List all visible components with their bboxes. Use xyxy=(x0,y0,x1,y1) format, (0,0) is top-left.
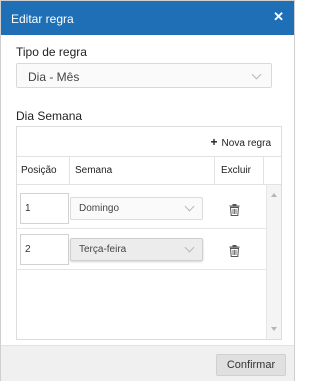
table-row: 1 Domingo xyxy=(17,189,266,229)
column-divider xyxy=(69,157,70,184)
dialog-header: Editar regra ✕ xyxy=(1,1,294,35)
add-rule-button[interactable]: + Nova regra xyxy=(211,135,271,149)
confirm-button[interactable]: Confirmar xyxy=(216,354,286,376)
table-header: Posição Semana Excluir xyxy=(17,157,281,185)
chevron-down-icon xyxy=(251,69,262,80)
position-input[interactable]: 2 xyxy=(20,234,69,265)
dialog-footer: Confirmar xyxy=(1,345,294,381)
table-row: 2 Terça-feira xyxy=(17,230,266,270)
column-header-week: Semana xyxy=(75,165,113,176)
week-select[interactable]: Terça-feira xyxy=(70,238,203,261)
week-select[interactable]: Domingo xyxy=(70,197,203,220)
column-header-delete: Excluir xyxy=(221,165,252,176)
dialog-title: Editar regra xyxy=(11,12,74,26)
chevron-down-icon xyxy=(184,242,195,253)
week-select-value: Terça-feira xyxy=(79,244,127,255)
add-rule-label: Nova regra xyxy=(221,138,271,149)
rule-type-label: Tipo de regra xyxy=(16,45,87,59)
week-select-value: Domingo xyxy=(79,203,120,214)
scroll-up-icon[interactable] xyxy=(271,193,277,197)
column-divider xyxy=(214,157,215,184)
rules-toolbar: + Nova regra xyxy=(17,127,281,157)
chevron-down-icon xyxy=(184,201,195,212)
rule-type-select[interactable]: Dia - Mês xyxy=(16,63,272,88)
vertical-scrollbar[interactable] xyxy=(266,185,281,339)
column-header-position: Posição xyxy=(21,165,57,176)
close-icon[interactable]: ✕ xyxy=(273,10,284,24)
trash-icon[interactable] xyxy=(229,204,240,216)
weekday-rules-panel: + Nova regra Posição Semana Excluir 1 Dom… xyxy=(16,126,282,340)
edit-rule-dialog: Editar regra ✕ Tipo de regra Dia - Mês D… xyxy=(0,0,295,381)
position-input[interactable]: 1 xyxy=(20,193,69,224)
scroll-down-icon[interactable] xyxy=(271,327,277,331)
plus-icon: + xyxy=(210,135,218,149)
weekday-label: Dia Semana xyxy=(16,109,83,123)
rule-type-value: Dia - Mês xyxy=(28,70,80,84)
column-divider xyxy=(263,157,264,184)
trash-icon[interactable] xyxy=(229,245,240,257)
